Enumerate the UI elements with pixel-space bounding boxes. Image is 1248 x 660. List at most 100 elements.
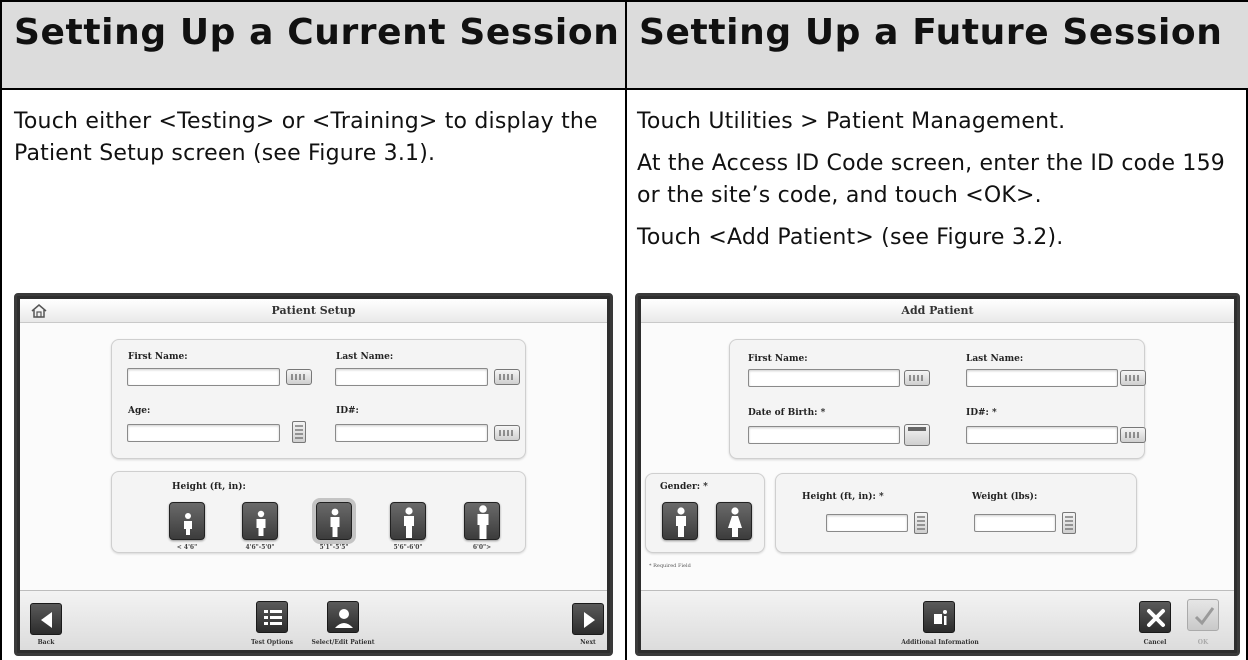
height-option-label: 6'0"> xyxy=(472,544,492,551)
male-button[interactable] xyxy=(662,502,698,540)
info-icon xyxy=(934,610,947,625)
select-edit-patient-label: Select/Edit Patient xyxy=(311,639,375,646)
keyboard-icon[interactable] xyxy=(494,369,520,385)
age-field[interactable] xyxy=(127,424,280,442)
age-label: Age: xyxy=(128,406,151,416)
test-options-label: Test Options xyxy=(250,639,294,646)
last-name-label: Last Name: xyxy=(966,354,1024,364)
keypad-icon[interactable] xyxy=(1062,512,1076,534)
height-option-label: 5'6"-6'0" xyxy=(393,544,423,551)
future-session-column: Setting Up a Future Session Touch Utilit… xyxy=(625,0,1248,660)
patient-info-panel: First Name: Last Name: Age: ID#: xyxy=(111,339,526,459)
person-icon xyxy=(404,507,414,538)
person-icon xyxy=(256,510,266,536)
first-name-label: First Name: xyxy=(748,354,808,364)
height-option-label: 5'1"-5'5" xyxy=(319,544,349,551)
height-option-label: < 4'6" xyxy=(176,544,198,551)
next-button[interactable] xyxy=(572,603,604,635)
last-name-field[interactable] xyxy=(966,369,1118,387)
first-name-field[interactable] xyxy=(748,369,900,387)
screen-title: Patient Setup xyxy=(20,299,607,323)
weight-label: Weight (lbs): xyxy=(972,492,1038,502)
patient-setup-screenshot: Patient Setup First Name: Last Name: Age… xyxy=(14,293,613,656)
current-session-instructions: Touch either <Testing> or <Training> to … xyxy=(14,106,614,180)
bottom-toolbar: Additional Information Cancel OK xyxy=(641,590,1234,650)
current-session-heading: Setting Up a Current Session xyxy=(14,12,620,53)
height-button-5[interactable] xyxy=(464,502,500,540)
current-session-column: Setting Up a Current Session Touch eithe… xyxy=(2,0,625,660)
list-icon xyxy=(264,610,282,625)
keyboard-icon[interactable] xyxy=(1120,370,1146,386)
height-button-2[interactable] xyxy=(242,502,278,540)
weight-field[interactable] xyxy=(974,514,1056,532)
gender-panel: Gender: * xyxy=(645,473,765,553)
id-field[interactable] xyxy=(966,426,1118,444)
height-field[interactable] xyxy=(826,514,908,532)
screen-title: Add Patient xyxy=(641,299,1234,323)
current-session-header: Setting Up a Current Session xyxy=(2,2,625,90)
back-label: Back xyxy=(37,639,55,646)
cancel-button[interactable] xyxy=(1139,601,1171,633)
height-panel: Height (ft, in): < 4'6" 4'6"-5'0" 5'1"-5… xyxy=(111,471,526,553)
female-button[interactable] xyxy=(716,502,752,540)
keyboard-icon[interactable] xyxy=(286,369,312,385)
height-weight-panel: Height (ft, in): * Weight (lbs): xyxy=(775,473,1137,553)
female-icon xyxy=(728,507,742,537)
test-options-button[interactable] xyxy=(256,601,288,633)
document-table: Setting Up a Current Session Touch eithe… xyxy=(0,0,1248,660)
height-button-1[interactable] xyxy=(169,502,205,540)
instruction-paragraph: At the Access ID Code screen, enter the … xyxy=(637,151,1225,208)
last-name-label: Last Name: xyxy=(336,352,394,362)
bottom-toolbar: Back Test Options Select/Edit Patient Ne… xyxy=(20,590,607,650)
keyboard-icon[interactable] xyxy=(494,425,520,441)
future-session-heading: Setting Up a Future Session xyxy=(639,12,1223,53)
future-session-header: Setting Up a Future Session xyxy=(627,2,1248,90)
gender-label: Gender: * xyxy=(660,482,708,492)
add-patient-screenshot: Add Patient First Name: Last Name: Date … xyxy=(635,293,1240,656)
calendar-icon[interactable] xyxy=(904,424,930,446)
first-name-label: First Name: xyxy=(128,352,188,362)
male-icon xyxy=(676,507,686,537)
device-screen: Add Patient First Name: Last Name: Date … xyxy=(641,299,1234,650)
date-of-birth-label: Date of Birth: * xyxy=(748,408,826,418)
keypad-icon[interactable] xyxy=(914,512,928,534)
future-session-instructions: Touch Utilities > Patient Management. At… xyxy=(637,106,1243,264)
first-name-field[interactable] xyxy=(127,368,280,386)
back-button[interactable] xyxy=(30,603,62,635)
ok-label: OK xyxy=(1197,639,1209,646)
checkmark-icon xyxy=(1194,607,1215,626)
height-label: Height (ft, in): * xyxy=(802,492,884,502)
instruction-paragraph: Touch Utilities > Patient Management. xyxy=(637,109,1066,134)
next-arrow-icon xyxy=(584,612,595,628)
close-icon xyxy=(1147,609,1165,627)
device-screen: Patient Setup First Name: Last Name: Age… xyxy=(20,299,607,650)
person-icon xyxy=(184,513,192,535)
person-icon xyxy=(477,505,489,539)
patient-info-panel: First Name: Last Name: Date of Birth: * … xyxy=(729,339,1146,459)
height-label: Height (ft, in): xyxy=(172,482,246,492)
additional-information-button[interactable] xyxy=(923,601,955,633)
id-label: ID#: * xyxy=(966,408,997,418)
keyboard-icon[interactable] xyxy=(904,370,930,386)
back-arrow-icon xyxy=(41,612,52,628)
patient-icon xyxy=(335,609,353,628)
keyboard-icon[interactable] xyxy=(1120,427,1146,443)
keypad-icon[interactable] xyxy=(292,421,306,443)
select-edit-patient-button[interactable] xyxy=(327,601,359,633)
instruction-paragraph: Touch either <Testing> or <Training> to … xyxy=(14,109,598,166)
height-button-3[interactable] xyxy=(312,498,356,544)
table-top-border xyxy=(2,0,1248,2)
additional-information-label: Additional Information xyxy=(901,639,979,646)
height-option-label: 4'6"-5'0" xyxy=(245,544,275,551)
height-button-4[interactable] xyxy=(390,502,426,540)
cancel-label: Cancel xyxy=(1143,639,1167,646)
id-label: ID#: xyxy=(336,406,359,416)
id-field[interactable] xyxy=(335,424,488,442)
ok-button[interactable] xyxy=(1187,599,1219,631)
date-of-birth-field[interactable] xyxy=(748,426,900,444)
last-name-field[interactable] xyxy=(335,368,488,386)
required-field-note: * Required Field xyxy=(649,563,691,569)
person-icon xyxy=(330,508,340,537)
home-icon[interactable] xyxy=(30,303,48,319)
next-label: Next xyxy=(580,639,596,646)
